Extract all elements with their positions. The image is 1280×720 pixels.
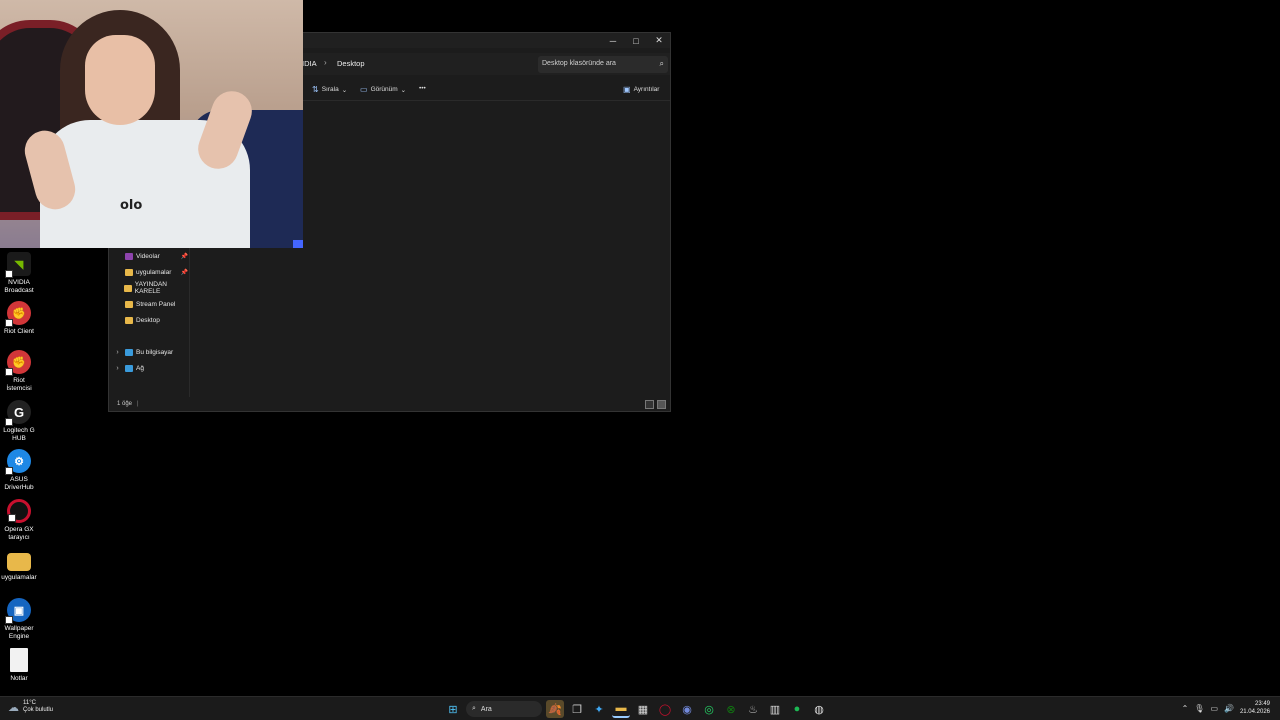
- sort-button[interactable]: ⇅ Sırala ⌄: [312, 85, 347, 94]
- chevron-down-icon: ⌄: [341, 86, 348, 94]
- details-pane-icon: ▣: [623, 85, 631, 94]
- desktop-icon-asus-driverhub[interactable]: ⚙ ASUS DriverHub: [0, 449, 38, 491]
- search-icon: ⌕: [659, 59, 664, 68]
- file-explorer-icon[interactable]: ▬: [612, 700, 630, 718]
- weather-widget[interactable]: ☁ 11°C Çok bulutlu: [8, 700, 53, 714]
- opera-gx-icon[interactable]: ◯: [656, 700, 674, 718]
- webcam-overlay: olo: [0, 0, 303, 248]
- obs-icon[interactable]: ◍: [810, 700, 828, 718]
- network-icon[interactable]: ▭: [1210, 704, 1218, 713]
- details-button[interactable]: ▣ Ayrıntılar: [623, 85, 659, 94]
- pin-icon: 📌: [180, 269, 188, 276]
- desktop-icon-nvidia-broadcast[interactable]: ◥ NVIDIA Broadcast: [0, 252, 38, 294]
- this-pc-icon: [125, 348, 133, 356]
- xbox-icon[interactable]: ⊗: [722, 700, 740, 718]
- webcam-edge-glow: [293, 240, 303, 248]
- text-file-icon: [10, 648, 28, 672]
- maximize-icon[interactable]: □: [625, 33, 647, 48]
- desktop-icon-logitech-g-hub[interactable]: G Logitech G HUB: [0, 400, 38, 442]
- desktop-icon-wallpaper-engine[interactable]: ▣ Wallpaper Engine: [0, 598, 38, 640]
- large-icons-view-icon[interactable]: [657, 400, 666, 409]
- system-tray: ⌃ 🎙 ▭ 🔊 23:49 21.04.2026: [1182, 700, 1270, 716]
- search-input[interactable]: Desktop klasöründe ara ⌕: [538, 56, 668, 73]
- breadcrumb-item[interactable]: IDIA: [302, 59, 317, 68]
- whatsapp-icon[interactable]: ◎: [700, 700, 718, 718]
- taskbar-search[interactable]: ⌕ Ara: [466, 701, 542, 717]
- chevron-up-icon[interactable]: ⌃: [1182, 704, 1189, 713]
- view-icon: ▭: [360, 85, 368, 94]
- desktop-icon-opera-gx[interactable]: Opera GX tarayıcı: [0, 499, 38, 541]
- chevron-down-icon: ⌄: [400, 86, 407, 94]
- desktop-icon-riot-client[interactable]: ✊ Riot Client: [0, 301, 38, 336]
- sort-icon: ⇅: [312, 85, 319, 94]
- cloudy-icon: ☁: [8, 701, 19, 714]
- riot-client-icon: ✊: [5, 301, 31, 327]
- nvidia-broadcast-icon: ◥: [5, 252, 31, 278]
- volume-icon[interactable]: 🔊: [1224, 704, 1234, 713]
- chevron-right-icon: ›: [324, 58, 327, 67]
- clock[interactable]: 23:49 21.04.2026: [1240, 700, 1270, 716]
- discord-icon[interactable]: ◉: [678, 700, 696, 718]
- folder-icon: [124, 284, 132, 292]
- nav-item-bu-bilgisayar[interactable]: › Bu bilgisayar: [109, 345, 190, 359]
- opera-gx-icon: [7, 499, 31, 523]
- store-icon[interactable]: ▦: [634, 700, 652, 718]
- minimize-icon[interactable]: ─: [602, 33, 624, 48]
- more-options-button[interactable]: •••: [419, 85, 426, 92]
- view-button[interactable]: ▭ Görünüm ⌄: [360, 85, 406, 94]
- taskbar: ☁ 11°C Çok bulutlu ⊞ ⌕ Ara 🍂 ❐ ✦ ▬ ▦ ◯ ◉ …: [0, 696, 1280, 720]
- spotify-icon[interactable]: ●: [788, 700, 806, 718]
- pin-icon: 📌: [180, 253, 188, 260]
- nav-item-uygulamalar[interactable]: uygulamalar 📌: [109, 265, 190, 279]
- shirt-logo: olo: [120, 198, 143, 213]
- folder-icon: [125, 268, 133, 276]
- nav-item-stream-panel[interactable]: Stream Panel: [109, 297, 190, 311]
- folder-icon: [125, 316, 133, 324]
- close-icon[interactable]: ✕: [648, 33, 670, 48]
- status-divider: |: [137, 401, 139, 407]
- nvidia-app-icon[interactable]: ▥: [766, 700, 784, 718]
- folder-icon: [7, 553, 31, 571]
- nav-item-ag[interactable]: › Ağ: [109, 361, 190, 375]
- chevron-right-icon[interactable]: ›: [113, 365, 122, 372]
- steam-icon[interactable]: ♨: [744, 700, 762, 718]
- item-count: 1 öğe: [117, 401, 133, 407]
- wallpaper-engine-icon: ▣: [5, 598, 31, 624]
- desktop-icon-uygulamalar[interactable]: uygulamalar: [0, 549, 38, 582]
- breadcrumb-item[interactable]: Desktop: [337, 59, 365, 68]
- videos-folder-icon: [125, 252, 133, 260]
- person-face: [85, 35, 155, 125]
- copilot-icon[interactable]: ✦: [590, 700, 608, 718]
- folder-icon: [125, 300, 133, 308]
- nav-item-videolar[interactable]: Videolar 📌: [109, 249, 190, 263]
- desktop-icon-notlar[interactable]: Notlar: [0, 648, 38, 683]
- asus-driverhub-icon: ⚙: [5, 449, 31, 475]
- logitech-g-hub-icon: G: [5, 400, 31, 426]
- desktop-icon-riot-istemcisi[interactable]: ✊ Riot İstemcisi: [0, 350, 38, 392]
- riot-client-icon: ✊: [5, 350, 31, 376]
- status-bar: 1 öğe |: [109, 397, 670, 411]
- task-view-icon[interactable]: ❐: [568, 700, 586, 718]
- chevron-right-icon[interactable]: ›: [113, 349, 122, 356]
- network-icon: [125, 364, 133, 372]
- details-view-icon[interactable]: [645, 400, 654, 409]
- start-icon[interactable]: ⊞: [444, 700, 462, 718]
- widgets-icon[interactable]: 🍂: [546, 700, 564, 718]
- microphone-icon[interactable]: 🎙: [1194, 704, 1204, 713]
- search-icon: ⌕: [472, 705, 476, 712]
- nav-item-desktop[interactable]: Desktop: [109, 313, 190, 327]
- nav-item-yayindan-karele[interactable]: YAYINDAN KARELE: [109, 281, 190, 295]
